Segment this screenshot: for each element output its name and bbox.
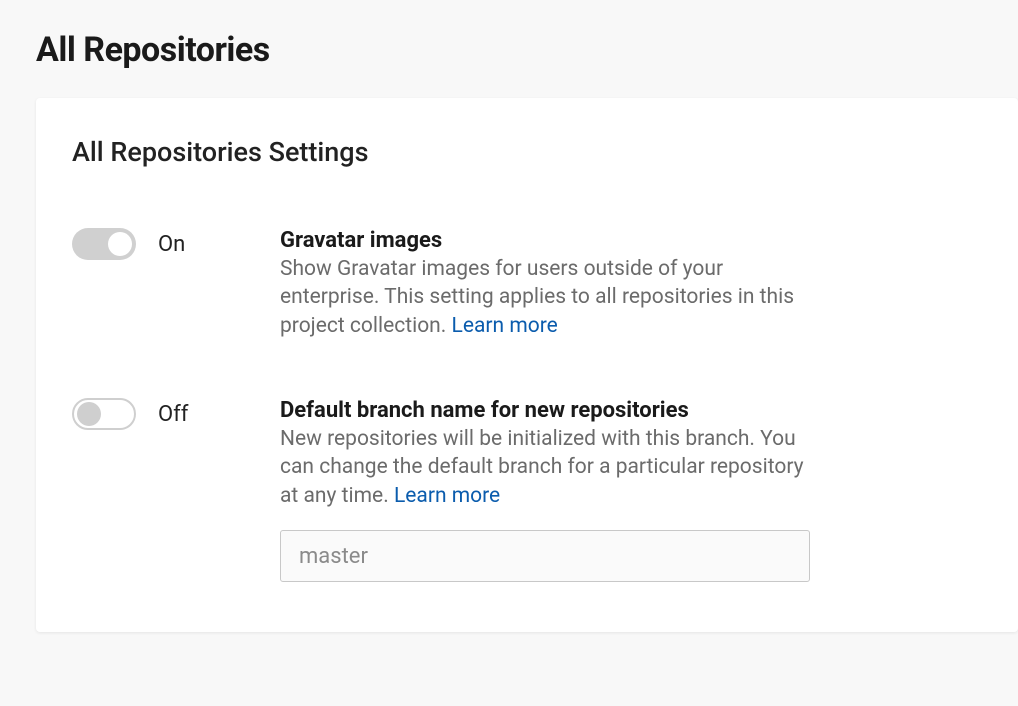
default-branch-toggle[interactable] <box>72 398 136 430</box>
gravatar-toggle[interactable] <box>72 228 136 260</box>
gravatar-description: Show Gravatar images for users outside o… <box>280 255 820 340</box>
gravatar-learn-more-link[interactable]: Learn more <box>452 314 558 338</box>
default-branch-input[interactable] <box>280 530 810 582</box>
default-branch-learn-more-link[interactable]: Learn more <box>394 484 500 508</box>
settings-card: All Repositories Settings On Gravatar im… <box>36 98 1018 632</box>
gravatar-title: Gravatar images <box>280 228 820 253</box>
toggle-knob-icon <box>108 232 132 256</box>
setting-default-branch: Off Default branch name for new reposito… <box>72 398 982 582</box>
default-branch-desc-text: New repositories will be initialized wit… <box>280 427 804 508</box>
card-title: All Repositories Settings <box>72 136 982 168</box>
gravatar-content: Gravatar images Show Gravatar images for… <box>280 228 820 340</box>
toggle-knob-icon <box>77 402 101 426</box>
toggle-column: On <box>72 228 280 260</box>
default-branch-toggle-label: Off <box>158 402 188 427</box>
toggle-column: Off <box>72 398 280 430</box>
setting-gravatar: On Gravatar images Show Gravatar images … <box>72 228 982 340</box>
default-branch-description: New repositories will be initialized wit… <box>280 425 820 510</box>
gravatar-toggle-label: On <box>158 232 185 257</box>
default-branch-title: Default branch name for new repositories <box>280 398 820 423</box>
page-title: All Repositories <box>36 30 1018 70</box>
default-branch-content: Default branch name for new repositories… <box>280 398 820 582</box>
